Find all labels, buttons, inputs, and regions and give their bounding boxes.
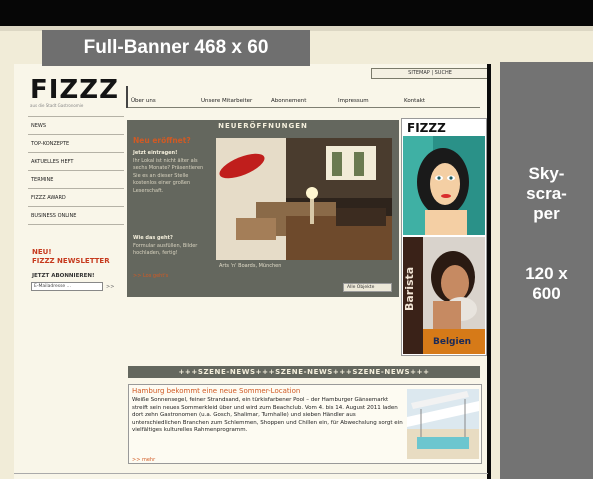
nav-item-impressum[interactable]: Impressum <box>338 96 369 106</box>
neueroeffnungen-title: NEUERÖFFNUNGEN <box>218 122 308 130</box>
logo-tagline: aus die Stadt Gastronomie <box>30 103 84 108</box>
skyscraper-label: Sky- scra- per <box>500 164 593 224</box>
mag1-title: FIZZZ <box>407 121 446 135</box>
nav-item-ueber-uns[interactable]: Über uns <box>131 96 156 106</box>
feature-intro-lead: Jetzt eintragen! <box>133 150 178 156</box>
sidebar-item-business-online[interactable]: BUSINESS ONLINE <box>28 207 124 225</box>
skyscraper-label-line-3: per <box>533 204 560 223</box>
skyscraper-size-line-1: 120 x <box>525 264 568 283</box>
feature-start-link[interactable]: >> Los geht's <box>133 273 168 280</box>
newsletter-subtitle: JETZT ABONNIEREN! <box>32 273 95 279</box>
newsletter-email-input[interactable]: E-Mailadresse ... <box>31 282 103 291</box>
news-body: Weiße Sonnensegel, feiner Strandsand, ei… <box>132 397 403 434</box>
news-more-link[interactable]: >> mehr <box>132 457 155 464</box>
page-bottom-divider <box>14 473 488 474</box>
skyscraper-size-line-2: 600 <box>532 284 561 303</box>
beachclub-photo[interactable] <box>407 389 479 459</box>
nav-underline <box>128 107 480 108</box>
nav-item-kontakt[interactable]: Kontakt <box>404 96 425 106</box>
sitemap-search-links[interactable]: SITEMAP | SUCHE <box>371 68 489 79</box>
sidebar-item-aktuelles-heft[interactable]: AKTUELLES HEFT <box>28 153 124 171</box>
fizzz-logo[interactable]: FIZZZ <box>30 76 126 104</box>
full-banner-ad-placeholder[interactable]: Full-Banner 468 x 60 <box>42 30 310 66</box>
objects-select[interactable]: Alle Objekte <box>343 283 392 292</box>
feature-intro-text: Ihr Lokal ist nicht älter als sechs Mona… <box>133 158 204 194</box>
right-black-divider <box>487 64 491 479</box>
mag2-title: Barista <box>403 266 416 311</box>
newsletter-badge: NEU! <box>32 248 52 256</box>
news-headline[interactable]: Hamburg bekommt eine neue Sommer-Locatio… <box>132 387 300 396</box>
mag2-cover-text: Belgien <box>433 337 472 347</box>
feature-howto-lead: Wie das geht? <box>133 235 173 241</box>
fizzz-magazine-cover[interactable]: FIZZZ <box>403 120 485 235</box>
barista-magazine-cover[interactable]: Barista Belgien <box>403 237 485 354</box>
newsletter-title: FIZZZ NEWSLETTER <box>32 257 110 265</box>
restaurant-photo[interactable] <box>216 138 392 260</box>
sidebar-item-news[interactable]: NEWS <box>28 117 124 135</box>
feature-headline: Neu eröffnet? <box>133 136 191 145</box>
feature-howto-text: Formular ausfüllen, Bilder hochladen, fe… <box>133 243 198 257</box>
szene-news-bar: +++SZENE-NEWS+++SZENE-NEWS+++SZENE-NEWS+… <box>128 366 480 378</box>
sidebar-item-termine[interactable]: TERMINE <box>28 171 124 189</box>
skyscraper-label-line-1: Sky- <box>528 164 565 183</box>
nav-divider <box>126 86 128 108</box>
skyscraper-label-line-2: scra- <box>526 184 567 203</box>
sidebar-item-top-konzepte[interactable]: TOP-KONZEPTE <box>28 135 124 153</box>
photo-caption: Arts 'n' Boards, München <box>219 263 282 269</box>
sidebar-item-fizzz-award[interactable]: FIZZZ AWARD <box>28 189 124 207</box>
skyscraper-size: 120 x 600 <box>500 264 593 304</box>
nav-item-abonnement[interactable]: Abonnement <box>271 96 306 106</box>
nav-item-mitarbeiter[interactable]: Unsere Mitarbeiter <box>201 96 252 106</box>
newsletter-submit-button[interactable]: >> <box>106 283 114 291</box>
top-black-bar <box>0 0 593 26</box>
